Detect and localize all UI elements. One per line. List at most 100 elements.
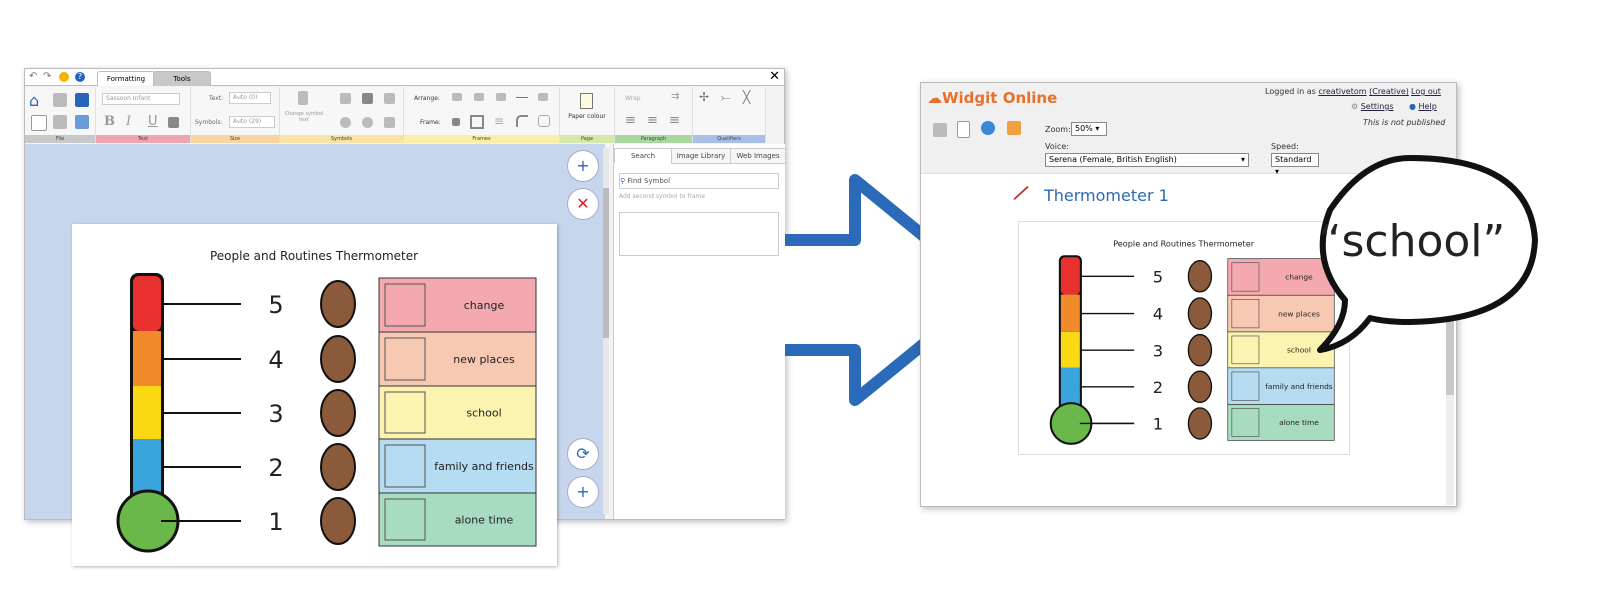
help-icon[interactable]: ? bbox=[75, 72, 85, 82]
undo-icon[interactable]: ↶ bbox=[29, 71, 37, 82]
level-number: 2 bbox=[268, 454, 283, 482]
qualifier-plural-icon[interactable]: ✢ bbox=[699, 90, 709, 104]
tab-formatting[interactable]: Formatting bbox=[97, 71, 155, 86]
symbol-size-select[interactable]: Auto (29) bbox=[229, 116, 275, 128]
change-symbol-text-button[interactable]: Change symbol text bbox=[284, 111, 324, 123]
pdf-icon[interactable] bbox=[957, 121, 970, 138]
voice-select[interactable]: Serena (Female, British English) ▾ bbox=[1045, 153, 1249, 167]
frame-rounded-icon[interactable] bbox=[538, 115, 550, 127]
align-left-icon[interactable]: ≡ bbox=[625, 113, 636, 128]
italic-button[interactable]: I bbox=[126, 114, 131, 129]
pdf-icon[interactable] bbox=[31, 115, 47, 131]
qualifier-not-icon[interactable]: ╳ bbox=[743, 90, 750, 104]
symbol-flip-icon[interactable] bbox=[384, 93, 395, 104]
frame-corner-icon[interactable] bbox=[516, 115, 528, 127]
close-icon[interactable]: ✕ bbox=[769, 69, 780, 84]
text-size-label: Text: bbox=[209, 95, 224, 102]
add-page-button[interactable]: + bbox=[567, 150, 599, 182]
happy-face-icon bbox=[320, 497, 356, 545]
level-row bbox=[378, 385, 537, 440]
align-right-icon[interactable]: ≡ bbox=[669, 113, 680, 128]
home-icon[interactable]: ⌂ bbox=[29, 91, 39, 110]
settings-icon[interactable] bbox=[59, 72, 69, 82]
level-number: 3 bbox=[1153, 341, 1163, 360]
publish-icon[interactable] bbox=[981, 121, 995, 135]
cloud-icon: ☁ bbox=[927, 89, 942, 107]
text-group: Sassoon Infant B I U Text bbox=[96, 87, 191, 143]
delete-page-button[interactable]: ✕ bbox=[567, 188, 599, 220]
neutral-face-icon bbox=[320, 443, 356, 491]
font-select[interactable]: Sassoon Infant bbox=[102, 93, 180, 105]
document-page[interactable]: People and Routines Thermometer 5 change 4 n… bbox=[72, 224, 557, 566]
logout-link[interactable]: Log out bbox=[1411, 87, 1441, 96]
bold-button[interactable]: B bbox=[104, 114, 115, 129]
arrange-front-icon[interactable] bbox=[452, 93, 462, 101]
text-size-select[interactable]: Auto (0) bbox=[229, 92, 271, 104]
print-icon[interactable] bbox=[53, 115, 67, 129]
frame-border-icon[interactable] bbox=[470, 115, 484, 129]
angry-face-icon bbox=[1187, 259, 1213, 293]
neutral-face-icon bbox=[1187, 370, 1213, 404]
arrange-remove-icon[interactable] bbox=[538, 93, 548, 101]
level-label: new places bbox=[453, 353, 515, 366]
user-link[interactable]: creativetom bbox=[1318, 87, 1366, 96]
symbol-grid-icon[interactable] bbox=[340, 93, 351, 104]
tab-tools[interactable]: Tools bbox=[153, 71, 211, 86]
find-symbol-placeholder: Find Symbol bbox=[627, 177, 671, 185]
change-symbol-icon[interactable] bbox=[298, 91, 308, 105]
zoom-label: Zoom: bbox=[1045, 125, 1071, 134]
settings-link[interactable]: ⚙ Settings bbox=[1351, 102, 1394, 111]
add-second-symbol-button[interactable]: Add second symbol to frame bbox=[619, 193, 705, 200]
upset-face-icon bbox=[320, 335, 356, 383]
tree-icon[interactable] bbox=[1007, 121, 1021, 135]
text-colour-button[interactable] bbox=[168, 117, 179, 128]
logo: ☁Widgit Online bbox=[927, 89, 1058, 107]
symbol-skin-icon[interactable] bbox=[362, 117, 373, 128]
group-label: Page bbox=[560, 135, 614, 143]
insert-page-button[interactable]: + bbox=[567, 476, 599, 508]
export-icon[interactable] bbox=[75, 115, 89, 129]
paragraph-group: Wrap ⇉ ≡ ≡ ≡ Paragraph bbox=[615, 87, 693, 143]
rotate-page-button[interactable]: ⟳ bbox=[567, 438, 599, 470]
arrange-back-icon[interactable] bbox=[474, 93, 484, 101]
paper-colour-icon[interactable] bbox=[580, 93, 593, 109]
help-link[interactable]: ● Help bbox=[1409, 102, 1437, 111]
qualifier-past-icon[interactable]: ⤚ bbox=[721, 90, 731, 105]
thermometer-band-2 bbox=[1060, 367, 1080, 405]
pencil-icon: / bbox=[1011, 180, 1031, 207]
angry-face-icon bbox=[320, 280, 356, 328]
save-icon[interactable] bbox=[53, 93, 67, 107]
tab-image-library[interactable]: Image Library bbox=[671, 148, 731, 164]
symbol-mirror-icon[interactable] bbox=[384, 117, 395, 128]
group-label: Paragraph bbox=[615, 135, 692, 143]
level-number: 2 bbox=[1153, 378, 1163, 397]
zoom-select[interactable]: 50% ▾ bbox=[1071, 122, 1107, 136]
symbol-results[interactable] bbox=[619, 212, 779, 256]
tab-web-images[interactable]: Web Images bbox=[730, 148, 786, 164]
frame-fill-icon[interactable] bbox=[452, 118, 460, 126]
print-icon[interactable] bbox=[933, 123, 947, 137]
find-symbol-input[interactable]: ⚲ Find Symbol bbox=[619, 173, 779, 189]
arrange-align-icon[interactable] bbox=[496, 93, 506, 101]
document-canvas: People and Routines Thermometer 5 change 4 n… bbox=[25, 144, 609, 566]
group-label: File bbox=[25, 135, 95, 143]
group-label: Symbols bbox=[280, 135, 403, 143]
role-link[interactable]: (Creative) bbox=[1369, 87, 1409, 96]
document-heading: People and Routines Thermometer bbox=[210, 249, 418, 263]
redo-icon[interactable]: ↷ bbox=[43, 71, 51, 82]
underline-button[interactable]: U bbox=[148, 114, 158, 129]
arrange-line-icon[interactable] bbox=[516, 97, 528, 98]
align-center-icon[interactable]: ≡ bbox=[647, 113, 658, 128]
scrollbar[interactable] bbox=[603, 148, 609, 514]
tab-search[interactable]: Search bbox=[614, 148, 672, 163]
wrap-button[interactable]: Wrap bbox=[625, 95, 641, 102]
gear-icon: ⚙ bbox=[1351, 102, 1359, 111]
save-as-icon[interactable] bbox=[75, 93, 89, 107]
level-number: 3 bbox=[268, 400, 283, 428]
paper-colour-button[interactable]: Paper colour bbox=[562, 113, 612, 120]
frame-lines-icon[interactable]: ≡ bbox=[494, 114, 504, 128]
symbol-colour-icon[interactable] bbox=[340, 117, 351, 128]
level-number: 1 bbox=[1153, 415, 1163, 434]
symbol-fill-icon[interactable] bbox=[362, 93, 373, 104]
wrap-icon[interactable]: ⇉ bbox=[671, 91, 679, 102]
